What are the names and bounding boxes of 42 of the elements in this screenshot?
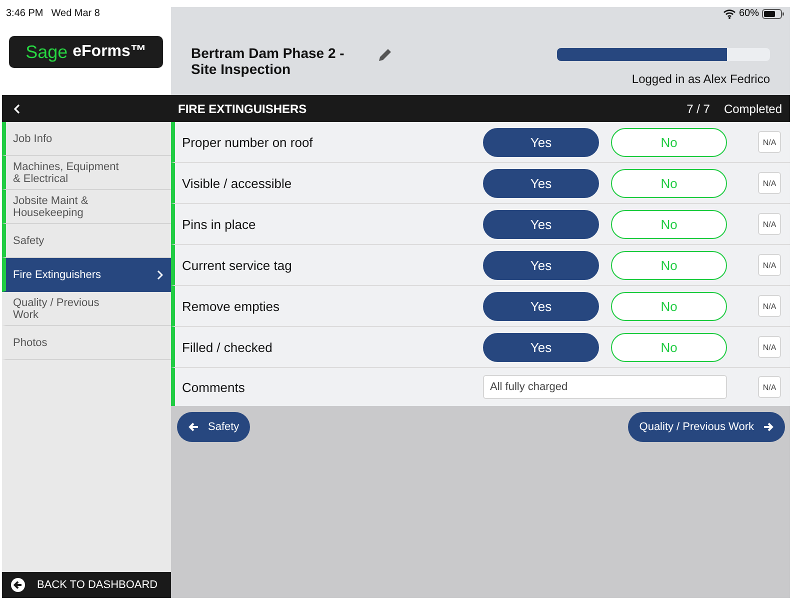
status-time: 3:46 PM <box>6 8 44 19</box>
answer-option-button[interactable]: Yes <box>483 250 599 280</box>
previous-section-button[interactable]: Safety <box>177 412 250 442</box>
pencil-icon[interactable] <box>377 47 393 63</box>
back-to-dashboard-button[interactable]: BACK TO DASHBOARD <box>2 572 171 598</box>
form-title: Bertram Dam Phase 2 - Site Inspection <box>191 45 346 77</box>
answer-option-button[interactable]: Yes <box>483 128 599 156</box>
question-label: Comments <box>181 380 246 394</box>
answer-option-button[interactable]: Yes <box>483 292 599 320</box>
section-status: Completed <box>724 102 782 116</box>
arrow-left-icon <box>188 422 199 432</box>
na-button[interactable]: N/A <box>758 172 781 194</box>
na-button[interactable]: N/A <box>758 336 781 358</box>
na-button[interactable]: N/A <box>758 295 781 317</box>
na-button[interactable]: N/A <box>758 131 781 153</box>
battery-percent: 60% <box>738 8 759 19</box>
question-label: Filled / checked <box>181 340 274 354</box>
question-label: Pins in place <box>181 216 257 232</box>
back-chevron-icon[interactable] <box>14 104 21 114</box>
section-title: FIRE EXTINGUISHERS <box>177 102 308 116</box>
question-label: Proper number on roof <box>181 134 314 150</box>
answer-option-button[interactable]: Yes <box>483 332 599 362</box>
app-logo: Sage eForms™ <box>9 36 163 68</box>
wifi-icon <box>722 8 736 19</box>
na-button[interactable]: N/A <box>758 213 781 235</box>
answer-option-button[interactable]: Yes <box>483 168 599 198</box>
status-date: Wed Mar 8 <box>51 8 100 19</box>
na-button[interactable]: N/A <box>758 254 781 276</box>
back-arrow-icon <box>11 578 25 592</box>
chevron-right-icon <box>157 270 163 280</box>
na-button[interactable]: N/A <box>758 376 781 398</box>
battery-icon <box>762 8 784 18</box>
question-label: Visible / accessible <box>181 176 293 190</box>
section-count: 7 / 7 <box>686 102 710 116</box>
answer-option-button[interactable]: Yes <box>483 210 599 238</box>
question-label: Current service tag <box>181 258 293 272</box>
comment-input-field[interactable]: All fully charged <box>483 375 727 399</box>
question-label: Remove empties <box>181 298 281 314</box>
next-section-button[interactable]: Quality / Previous Work <box>628 412 785 442</box>
sidebar-item[interactable]: Fire Extinguishers <box>2 258 171 292</box>
arrow-right-icon <box>763 422 774 432</box>
logged-in-text: Logged in as Alex Fedrico <box>630 72 770 86</box>
